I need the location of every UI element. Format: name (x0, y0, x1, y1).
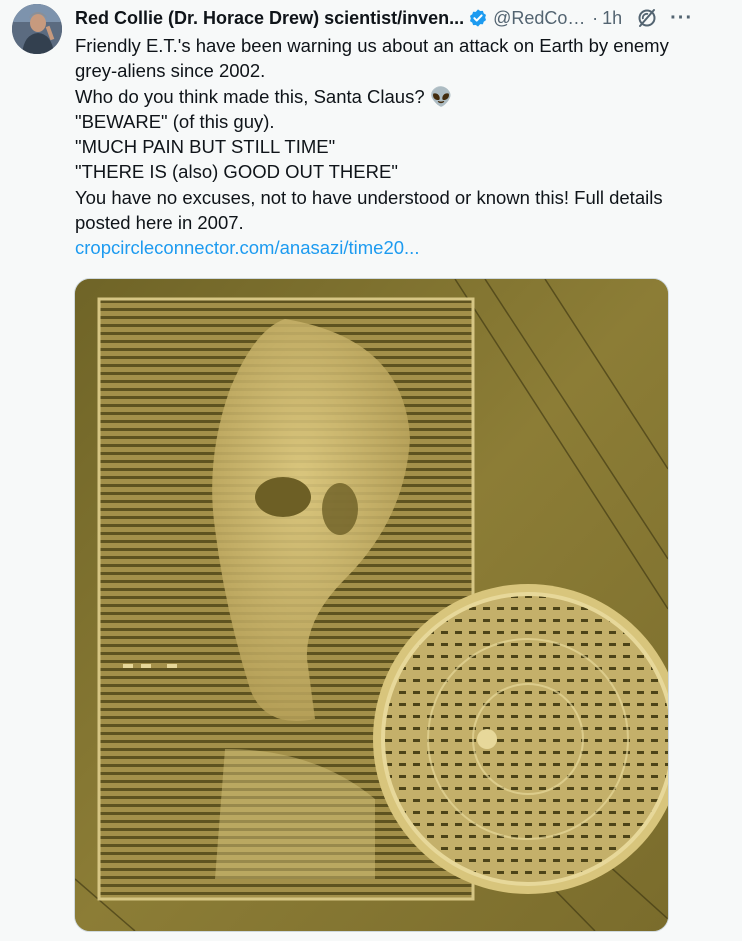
separator: · (592, 8, 599, 28)
crop-circle-photo (75, 279, 668, 931)
tweet-text-line: "THERE IS (also) GOOD OUT THERE" (75, 161, 398, 183)
avatar[interactable] (12, 4, 62, 54)
tweet-header: Red Collie (Dr. Horace Drew) scientist/i… (75, 6, 730, 30)
tweet-text: Friendly E.T.'s have been warning us abo… (75, 33, 725, 261)
author-name[interactable]: Red Collie (Dr. Horace Drew) scientist/i… (75, 6, 464, 30)
more-icon[interactable]: ··· (670, 8, 693, 28)
tweet-link[interactable]: cropcircleconnector.com/anasazi/time20..… (75, 235, 725, 260)
tweet-image[interactable] (74, 278, 669, 932)
tweet-text-line: grey-aliens since 2002. (75, 60, 266, 82)
tweet-text-line: Who do you think made this, Santa Claus?… (75, 85, 453, 107)
tweet-text-line: posted here in 2007. (75, 212, 244, 234)
tweet-text-line: Friendly E.T.'s have been warning us abo… (75, 35, 669, 56)
grok-icon[interactable] (636, 7, 658, 29)
timestamp[interactable]: 1h (602, 6, 622, 30)
tweet-text-line: "MUCH PAIN BUT STILL TIME" (75, 136, 336, 158)
author-handle[interactable]: @RedColli... (493, 6, 588, 30)
tweet-text-line: "BEWARE" (of this guy). (75, 110, 275, 132)
verified-badge-icon (470, 9, 487, 27)
tweet-text-line: You have no excuses, not to have underst… (75, 186, 663, 208)
tweet[interactable]: Red Collie (Dr. Horace Drew) scientist/i… (0, 0, 742, 941)
